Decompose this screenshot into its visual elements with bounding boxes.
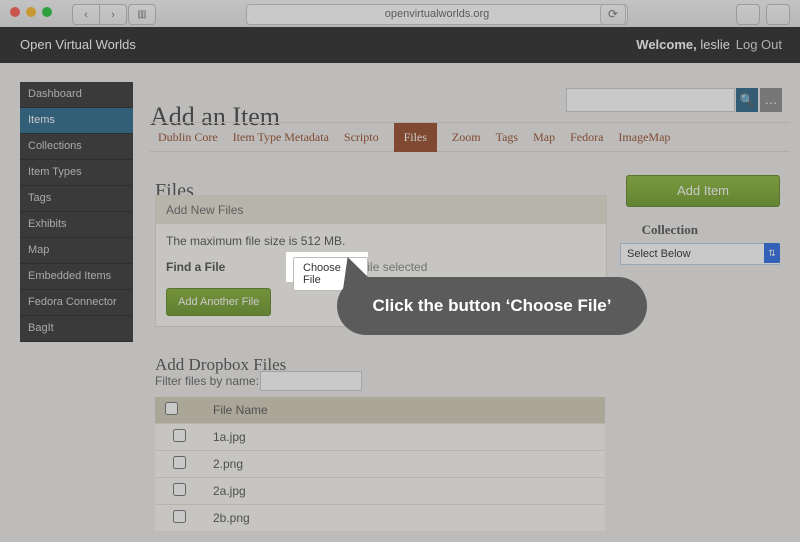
search-button[interactable]: 🔍 bbox=[736, 88, 758, 112]
row-checkbox[interactable] bbox=[173, 510, 186, 523]
table-row: 2b.png bbox=[155, 505, 605, 532]
table-row: 2.png bbox=[155, 451, 605, 478]
cell-filename: 2b.png bbox=[203, 505, 605, 532]
search-input[interactable] bbox=[566, 88, 735, 112]
sidebar-item-embedded[interactable]: Embedded Items bbox=[20, 264, 133, 290]
filter-label: Filter files by name: bbox=[155, 374, 259, 388]
sidebar-item-bagit[interactable]: BagIt bbox=[20, 316, 133, 342]
cell-filename: 2a.jpg bbox=[203, 478, 605, 505]
callout-text: Click the button ‘Choose File’ bbox=[373, 296, 612, 316]
tab-fedora[interactable]: Fedora bbox=[570, 130, 603, 145]
share-icon[interactable] bbox=[736, 4, 760, 25]
collection-label: Collection bbox=[642, 222, 698, 238]
panel-title: Add New Files bbox=[156, 196, 606, 224]
collection-select[interactable]: Select Below bbox=[620, 243, 780, 265]
tutorial-callout: Click the button ‘Choose File’ bbox=[337, 277, 647, 335]
sidebar-item-fedora[interactable]: Fedora Connector bbox=[20, 290, 133, 316]
back-button[interactable]: ‹ bbox=[72, 4, 100, 25]
sidebar-item-tags[interactable]: Tags bbox=[20, 186, 133, 212]
sidebar-item-map[interactable]: Map bbox=[20, 238, 133, 264]
table-header-row: File Name bbox=[155, 397, 605, 424]
row-checkbox[interactable] bbox=[173, 429, 186, 442]
welcome-text: Welcome, leslie bbox=[636, 27, 730, 63]
reload-icon[interactable]: ⟳ bbox=[600, 4, 626, 25]
table-row: 1a.jpg bbox=[155, 424, 605, 451]
col-filename: File Name bbox=[203, 397, 605, 424]
filter-input[interactable] bbox=[260, 371, 362, 391]
tab-itemtypemeta[interactable]: Item Type Metadata bbox=[233, 130, 329, 145]
tab-dublincore[interactable]: Dublin Core bbox=[158, 130, 218, 145]
forward-button[interactable]: › bbox=[99, 4, 127, 25]
close-window-icon[interactable] bbox=[10, 7, 20, 17]
sidebar-item-itemtypes[interactable]: Item Types bbox=[20, 160, 133, 186]
sidebar-item-exhibits[interactable]: Exhibits bbox=[20, 212, 133, 238]
sidebar-item-collections[interactable]: Collections bbox=[20, 134, 133, 160]
tab-tags[interactable]: Tags bbox=[496, 130, 519, 145]
search-icon: 🔍 bbox=[740, 93, 755, 107]
minimize-window-icon[interactable] bbox=[26, 7, 36, 17]
admin-sidebar: Dashboard Items Collections Item Types T… bbox=[20, 82, 133, 342]
address-bar[interactable]: openvirtualworlds.org bbox=[246, 4, 628, 25]
logout-link[interactable]: Log Out bbox=[736, 27, 782, 63]
cell-filename: 2.png bbox=[203, 451, 605, 478]
table-row: 2a.jpg bbox=[155, 478, 605, 505]
dropbox-table: File Name 1a.jpg 2.png 2a.jpg 2b.png bbox=[155, 397, 605, 531]
tabs-icon[interactable] bbox=[766, 4, 790, 25]
tab-map[interactable]: Map bbox=[533, 130, 555, 145]
tab-scripto[interactable]: Scripto bbox=[344, 130, 379, 145]
search-advanced-button[interactable]: … bbox=[760, 88, 782, 112]
zoom-window-icon[interactable] bbox=[42, 7, 52, 17]
sidebar-item-items[interactable]: Items bbox=[20, 108, 133, 134]
site-brand[interactable]: Open Virtual Worlds bbox=[20, 27, 136, 63]
sidebar-toggle-icon[interactable]: ▥ bbox=[128, 4, 156, 25]
select-all-checkbox[interactable] bbox=[165, 402, 178, 415]
row-checkbox[interactable] bbox=[173, 456, 186, 469]
sidebar-item-dashboard[interactable]: Dashboard bbox=[20, 82, 133, 108]
browser-chrome: ‹ › ▥ openvirtualworlds.org ⟳ bbox=[0, 0, 800, 28]
site-topnav: Open Virtual Worlds Welcome, leslie Log … bbox=[0, 27, 800, 63]
item-tabs: Dublin Core Item Type Metadata Scripto F… bbox=[150, 122, 790, 152]
row-checkbox[interactable] bbox=[173, 483, 186, 496]
add-another-file-button[interactable]: Add Another File bbox=[166, 288, 271, 316]
add-item-button[interactable]: Add Item bbox=[626, 175, 780, 207]
chevron-updown-icon[interactable]: ⇅ bbox=[764, 243, 780, 263]
tab-files[interactable]: Files bbox=[394, 123, 437, 152]
traffic-lights bbox=[10, 7, 52, 17]
tab-imagemap[interactable]: ImageMap bbox=[618, 130, 670, 145]
max-size-note: The maximum file size is 512 MB. bbox=[166, 234, 596, 248]
find-file-label: Find a File bbox=[166, 260, 225, 274]
tab-zoom[interactable]: Zoom bbox=[452, 130, 481, 145]
cell-filename: 1a.jpg bbox=[203, 424, 605, 451]
